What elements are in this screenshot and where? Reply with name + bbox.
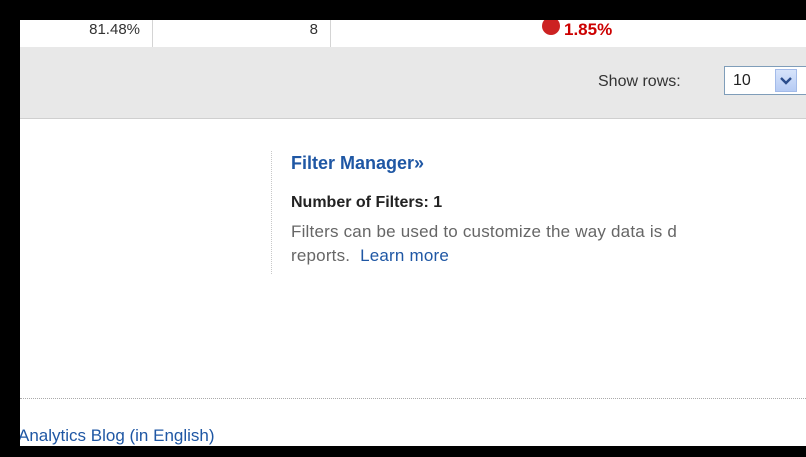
- filter-manager-panel: Filter Manager» Number of Filters: 1 Fil…: [271, 151, 806, 274]
- table-cell-percent: 81.48%: [20, 20, 153, 47]
- cell-value-change: 1.85%: [564, 20, 613, 39]
- table-cell-change: 1.85%: [330, 20, 806, 47]
- rows-per-page-value: 10: [733, 72, 751, 89]
- cell-value: 8: [309, 21, 318, 38]
- table-pager-bar: Show rows: 10: [20, 47, 806, 119]
- table-cell-count: 8: [152, 20, 331, 47]
- filter-description-line2: reports.: [291, 246, 351, 265]
- report-viewport: 81.48% 8 1.85% Show rows: 10 Filter Mana…: [20, 20, 806, 446]
- rows-per-page-select[interactable]: 10: [724, 66, 806, 95]
- cell-value: 81.48%: [89, 21, 140, 38]
- show-rows-label: Show rows:: [598, 73, 681, 90]
- chevron-down-icon[interactable]: [775, 69, 797, 92]
- table-row: 81.48% 8 1.85%: [20, 20, 806, 48]
- filter-count-label: Number of Filters: 1: [291, 194, 443, 211]
- decrease-arrow-icon: [542, 20, 560, 35]
- filter-description-line1: Filters can be used to customize the way…: [291, 222, 678, 241]
- analytics-blog-link[interactable]: Analytics Blog (in English): [20, 426, 215, 446]
- footer-divider: [20, 398, 806, 399]
- filter-description: Filters can be used to customize the way…: [291, 220, 806, 268]
- learn-more-link[interactable]: Learn more: [360, 246, 449, 265]
- filter-manager-link[interactable]: Filter Manager»: [291, 153, 424, 174]
